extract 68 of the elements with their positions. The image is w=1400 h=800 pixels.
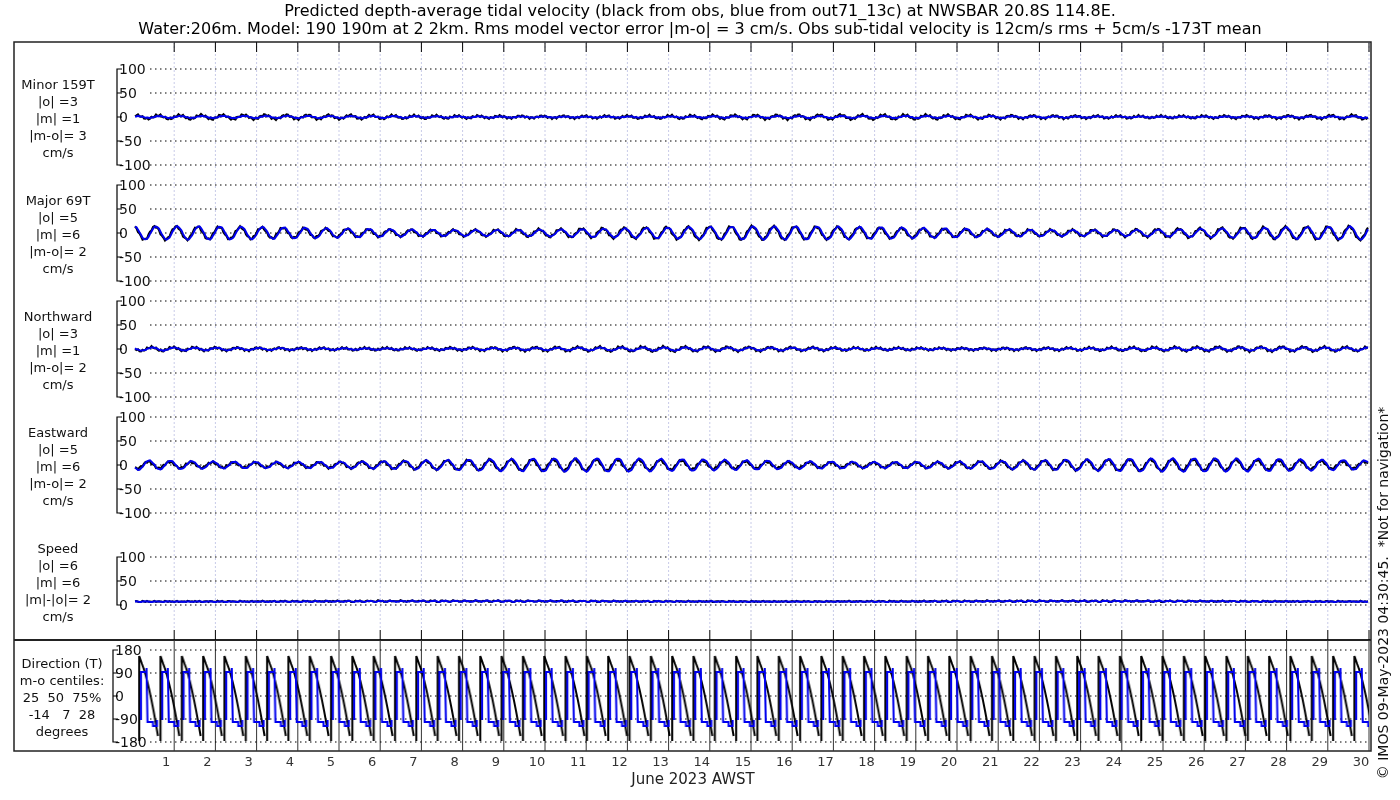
tick-label: -50 [119,365,142,381]
tick-label: 15 [734,754,752,769]
tick-label: 24 [1105,754,1123,769]
tick-label: 23 [1064,754,1081,769]
tick-label: 0 [119,225,128,241]
tick-label: 17 [817,754,834,769]
panel-label: Minor 159T |o| =3 |m| =1 |m-o|= 3 cm/s [21,77,95,160]
tick-label: 5 [326,754,336,769]
tick-label: 100 [119,293,146,309]
tick-label: -50 [119,481,142,497]
tick-label: 2 [203,754,212,769]
tick-label: 18 [858,754,875,769]
tick-label: 20 [940,754,958,769]
chart-title: Predicted depth-average tidal velocity (black from obs, blue from out71_13c) at NWSBAR 20.8S 114.8E. [284,1,1116,20]
tick-label: 100 [119,549,146,565]
tick-label: 100 [119,409,146,425]
tick-label: 7 [409,754,418,769]
tick-label: 50 [119,317,137,333]
tick-label: 90 [115,665,133,681]
tick-label: 0 [119,109,128,125]
tick-label: -90 [115,711,138,727]
tick-label: 14 [693,754,711,769]
tick-label: 0 [119,341,128,357]
tick-label: 10 [528,754,546,769]
copyright-note: © IMOS 09-May-2023 04:30:45. *Not for navigation* [1375,406,1391,780]
panel-label: Major 69T |o| =5 |m| =6 |m-o|= 2 cm/s [25,193,91,276]
tick-label: 8 [450,754,459,769]
tick-label: 100 [119,61,146,77]
panel-label: Speed |o| =6 |m| =6 |m|-|o|= 2 cm/s [24,541,92,624]
tick-label: 22 [1023,754,1040,769]
tick-label: 29 [1311,754,1329,769]
tick-label: 16 [775,754,793,769]
tick-label: 12 [611,754,628,769]
tick-label: 50 [119,573,137,589]
tick-label: 100 [119,177,146,193]
tick-label: -180 [115,734,147,750]
tick-label: -50 [119,249,142,265]
tick-label: 9 [491,754,500,769]
tick-label: 6 [368,754,377,769]
tick-label: -100 [119,157,151,173]
tick-label: 25 [1146,754,1164,769]
tick-label: 0 [115,688,124,704]
tick-label: 21 [981,754,999,769]
tick-label: 19 [899,754,917,769]
tick-label: 50 [119,85,137,101]
tick-label: 27 [1229,754,1246,769]
tick-label: -100 [119,389,151,405]
tick-label: 50 [119,201,137,217]
panel-label: Northward |o| =3 |m| =1 |m-o|= 2 cm/s [23,309,93,392]
axis-title: June 2023 AWST [631,770,755,788]
tick-label: -100 [119,273,151,289]
tick-label: 180 [115,642,142,658]
tick-label: 26 [1187,754,1205,769]
tick-label: 50 [119,433,137,449]
panel-label: Eastward |o| =5 |m| =6 |m-o|= 2 cm/s [28,425,88,508]
tick-label: 30 [1352,754,1370,769]
tick-label: 0 [119,457,128,473]
tick-label: 13 [652,754,669,769]
tick-label: -50 [119,133,142,149]
chart-title: Water:206m. Model: 190 190m at 2 2km. Rms model vector error |m-o| = 3 cm/s. Obs sub-tidal velocity is 12cm/s rms + 5cm/s -173T mean [138,19,1262,38]
tick-label: 28 [1270,754,1287,769]
tick-label: 3 [244,754,253,769]
tick-label: 11 [569,754,587,769]
tick-label: 0 [119,597,128,613]
tick-label: 4 [285,754,294,769]
panel-label: Direction (T) m-o centiles: 25 50 75% -14 7 28 degrees [19,656,105,739]
tick-label: 1 [162,754,171,769]
tick-label: -100 [119,505,151,521]
